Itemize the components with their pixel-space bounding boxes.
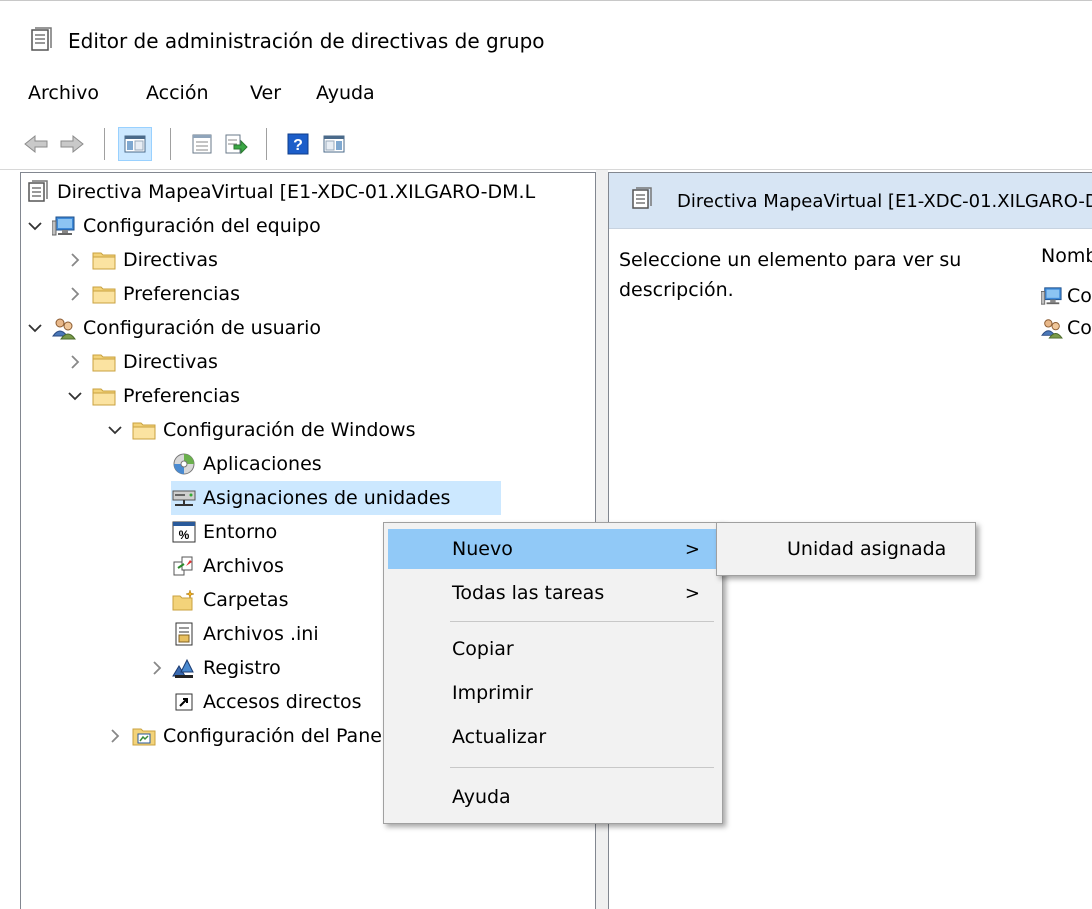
- new-folder-icon: [171, 583, 197, 617]
- files-icon: [171, 549, 197, 583]
- menu-item-ayuda[interactable]: Ayuda: [388, 777, 718, 817]
- chevron-down-icon[interactable]: [65, 379, 85, 413]
- chevron-down-icon[interactable]: [25, 209, 45, 243]
- menu-item-imprimir[interactable]: Imprimir: [388, 673, 718, 713]
- tree-windows-settings[interactable]: Configuración de Windows: [105, 413, 416, 447]
- svg-text:?: ?: [293, 137, 303, 154]
- list-item-label: Configuración del equipo: [1067, 285, 1092, 307]
- chevron-down-icon[interactable]: [25, 311, 45, 345]
- menu-bar: Archivo Acción Ver Ayuda: [0, 76, 1092, 114]
- tree-ini-files[interactable]: Archivos .ini: [171, 617, 319, 651]
- folder-icon: [91, 379, 117, 413]
- folder-icon: [91, 345, 117, 379]
- column-header-name[interactable]: Nombre: [1041, 245, 1092, 267]
- tree-uc-preferences[interactable]: Preferencias: [65, 379, 240, 413]
- tree-user-configuration[interactable]: Configuración de usuario: [25, 311, 321, 345]
- chevron-right-icon[interactable]: [147, 651, 167, 685]
- show-action-pane-icon[interactable]: [320, 130, 348, 158]
- computer-icon: [51, 209, 77, 243]
- menu-accion[interactable]: Acción: [146, 82, 209, 104]
- menu-ver[interactable]: Ver: [250, 82, 281, 104]
- tree-root-policy[interactable]: Directiva MapeaVirtual [E1-XDC-01.XILGAR…: [25, 175, 535, 209]
- tree-applications[interactable]: Aplicaciones: [171, 447, 322, 481]
- tree-shortcuts[interactable]: Accesos directos: [171, 685, 362, 719]
- tree-environment[interactable]: % Entorno: [171, 515, 277, 549]
- tree-uc-policies[interactable]: Directivas: [65, 345, 218, 379]
- tree-registry[interactable]: Registro: [147, 651, 281, 685]
- chevron-right-icon: >: [684, 582, 700, 604]
- chevron-right-icon[interactable]: [65, 345, 85, 379]
- menu-item-copiar[interactable]: Copiar: [388, 629, 718, 669]
- window-title: Editor de administración de directivas d…: [68, 29, 545, 53]
- computer-icon: [1041, 286, 1063, 306]
- policy-document-icon: [25, 175, 51, 209]
- chevron-right-icon[interactable]: [105, 719, 125, 753]
- drive-map-icon: [171, 481, 197, 515]
- users-icon: [1041, 317, 1063, 339]
- ini-file-icon: [171, 617, 197, 651]
- toolbar-separator: [170, 128, 171, 160]
- export-list-icon[interactable]: [222, 130, 250, 158]
- chevron-right-icon[interactable]: [65, 243, 85, 277]
- menu-item-todas-las-tareas[interactable]: Todas las tareas >: [388, 573, 718, 613]
- menu-separator: [450, 621, 714, 622]
- toolbar-separator: [104, 128, 105, 160]
- submenu-nuevo: Unidad asignada: [716, 522, 976, 576]
- policy-document-icon: [30, 27, 54, 58]
- menu-item-actualizar[interactable]: Actualizar: [388, 717, 718, 757]
- properties-icon[interactable]: [188, 130, 216, 158]
- control-panel-folder-icon: [131, 719, 157, 753]
- menu-separator: [450, 767, 714, 768]
- toolbar: ?: [0, 114, 1092, 170]
- forward-arrow-icon[interactable]: [58, 130, 86, 158]
- policy-document-icon: [631, 187, 653, 216]
- result-pane-header: Directiva MapeaVirtual [E1-XDC-01.XILGAR…: [609, 173, 1092, 229]
- svg-text:%: %: [179, 528, 190, 542]
- tree-folders[interactable]: Carpetas: [171, 583, 288, 617]
- context-menu: Nuevo > Todas las tareas > Copiar Imprim…: [383, 522, 723, 824]
- menu-archivo[interactable]: Archivo: [28, 82, 99, 104]
- menu-item-nuevo[interactable]: Nuevo >: [388, 529, 718, 569]
- list-item[interactable]: Configuración del equipo: [1041, 281, 1092, 311]
- folder-icon: [91, 243, 117, 277]
- description-text: Seleccione un elemento para ver su descr…: [619, 249, 962, 301]
- tree-cc-policies[interactable]: Directivas: [65, 243, 218, 277]
- environment-icon: %: [171, 515, 197, 549]
- cd-disc-icon: [171, 447, 197, 481]
- back-arrow-icon[interactable]: [22, 130, 50, 158]
- chevron-down-icon[interactable]: [105, 413, 125, 447]
- tree-drive-maps[interactable]: Asignaciones de unidades: [171, 481, 501, 515]
- chevron-right-icon[interactable]: [65, 277, 85, 311]
- tree-computer-configuration[interactable]: Configuración del equipo: [25, 209, 321, 243]
- registry-icon: [171, 651, 197, 685]
- folder-icon: [91, 277, 117, 311]
- list-item-label: Configuración de usuario: [1067, 317, 1092, 339]
- toolbar-separator: [266, 128, 267, 160]
- show-hide-console-tree-icon[interactable]: [118, 127, 152, 161]
- users-icon: [51, 311, 77, 345]
- tree-files[interactable]: Archivos: [171, 549, 284, 583]
- chevron-right-icon: >: [684, 538, 700, 560]
- menu-item-unidad-asignada[interactable]: Unidad asignada: [721, 529, 971, 569]
- help-icon[interactable]: ?: [284, 130, 312, 158]
- tree-cc-preferences[interactable]: Preferencias: [65, 277, 240, 311]
- title-bar: Editor de administración de directivas d…: [0, 0, 1092, 76]
- list-item[interactable]: Configuración de usuario: [1041, 313, 1092, 343]
- result-pane-title: Directiva MapeaVirtual [E1-XDC-01.XILGAR…: [677, 191, 1092, 212]
- menu-ayuda[interactable]: Ayuda: [316, 82, 375, 104]
- folder-icon: [131, 413, 157, 447]
- shortcut-icon: [171, 685, 197, 719]
